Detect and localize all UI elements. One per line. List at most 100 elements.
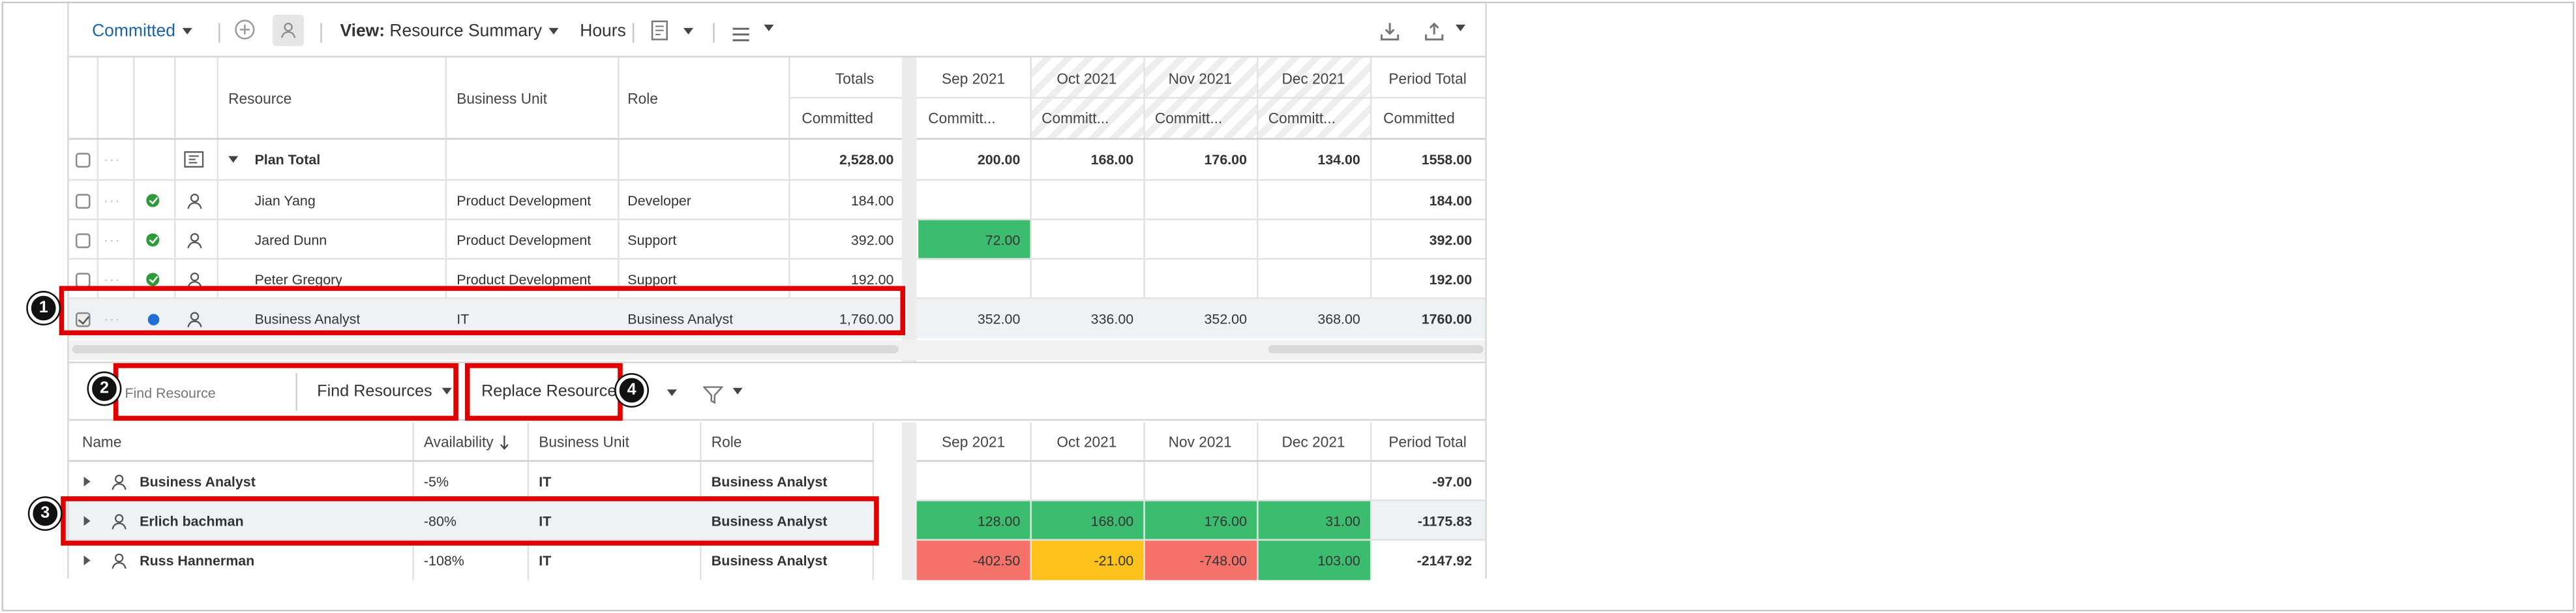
column-header-business-unit[interactable]: Business Unit xyxy=(457,57,547,140)
role: Business Analyst xyxy=(711,552,828,569)
toolbar-divider xyxy=(320,23,322,43)
resource-search-grid-months: Sep 2021 Oct 2021 Nov 2021 Dec 2021 Peri… xyxy=(916,422,1486,580)
period-total-value: 192.00 xyxy=(1429,271,1473,288)
person-icon xyxy=(186,220,204,260)
filter-icon[interactable] xyxy=(702,383,743,412)
total-value: 184.00 xyxy=(850,192,894,209)
month-value: 168.00 xyxy=(1090,151,1134,168)
row-checkbox[interactable] xyxy=(75,232,91,248)
month-value-red: -748.00 xyxy=(1145,541,1257,580)
availability-header-label: Availability xyxy=(423,434,494,451)
person-icon xyxy=(186,181,204,220)
expand-icon[interactable] xyxy=(83,555,91,565)
business-unit: IT xyxy=(539,552,552,569)
month-header[interactable]: Nov 2021 xyxy=(1143,423,1257,462)
pane-splitter[interactable] xyxy=(901,422,917,580)
expand-icon[interactable] xyxy=(83,476,91,486)
period-total-value: -97.00 xyxy=(1432,473,1473,490)
view-selector[interactable]: View: Resource Summary xyxy=(340,21,559,42)
column-header-role[interactable]: Role xyxy=(711,423,742,462)
month-header[interactable]: Sep 2021 xyxy=(917,423,1030,462)
month-header[interactable]: Sep 2021 xyxy=(917,61,1030,97)
view-value: Resource Summary xyxy=(389,21,543,42)
availability: -108% xyxy=(423,552,464,569)
row-menu-icon[interactable]: ··· xyxy=(104,220,121,260)
chevron-down-icon[interactable] xyxy=(666,389,677,396)
committed-label: Committed xyxy=(92,21,175,42)
plan-grid-months: Sep 2021 Oct 2021 Nov 2021 Dec 2021 Peri… xyxy=(916,57,1486,339)
availability: -5% xyxy=(423,473,449,490)
resource-row[interactable]: ··· Jian Yang Product Development Develo… xyxy=(69,181,907,220)
month-value: 176.00 xyxy=(1204,151,1247,168)
business-unit: IT xyxy=(539,473,552,490)
month-value-green[interactable]: 72.00 xyxy=(918,220,1030,260)
month-header[interactable]: Dec 2021 xyxy=(1257,61,1370,97)
resource-result-row[interactable]: Business Analyst -5% IT Business Analyst xyxy=(69,462,874,501)
toolbar: Committed View: Resource Summary Hours xyxy=(68,3,1486,58)
column-header-totals[interactable]: Totals xyxy=(788,61,906,97)
committed-dropdown[interactable]: Committed xyxy=(92,22,192,41)
month-header[interactable]: Nov 2021 xyxy=(1143,61,1257,97)
month-value[interactable]: 368.00 xyxy=(1257,299,1370,338)
row-checkbox[interactable] xyxy=(75,272,91,287)
chevron-down-icon xyxy=(732,387,743,395)
business-unit: Product Development xyxy=(457,232,592,248)
chevron-down-icon xyxy=(683,27,694,35)
annotation-badge-4: 4 xyxy=(616,374,648,406)
resource-name: Russ Hannerman xyxy=(140,552,255,569)
list-menu-icon[interactable] xyxy=(731,22,774,51)
row-checkbox[interactable] xyxy=(75,152,91,167)
collapse-icon[interactable] xyxy=(228,156,239,163)
month-value[interactable]: 352.00 xyxy=(917,299,1030,338)
column-header-resource[interactable]: Resource xyxy=(228,57,292,140)
resource-row[interactable]: ··· Jared Dunn Product Development Suppo… xyxy=(69,220,907,260)
notes-menu[interactable] xyxy=(651,20,694,49)
resource-result-row[interactable]: Russ Hannerman -108% IT Business Analyst xyxy=(69,541,874,580)
period-total-header[interactable]: Period Total xyxy=(1370,423,1485,462)
resource-name: Jian Yang xyxy=(254,192,316,209)
month-value[interactable] xyxy=(917,181,1030,220)
column-header-name[interactable]: Name xyxy=(82,423,121,462)
hours-toggle[interactable]: Hours xyxy=(580,22,626,41)
column-header-role[interactable]: Role xyxy=(627,57,658,140)
person-icon xyxy=(110,541,128,580)
period-total-value: -1175.83 xyxy=(1371,501,1486,541)
status-check-icon xyxy=(146,273,160,286)
month-value-yellow: -21.00 xyxy=(1031,541,1144,580)
plan-total-row[interactable]: ··· Plan Total 2,528.00 xyxy=(69,140,907,179)
column-header-availability[interactable]: Availability xyxy=(424,423,510,462)
download-icon[interactable] xyxy=(1380,20,1400,49)
horizontal-scrollbar[interactable] xyxy=(72,345,899,353)
month-value[interactable]: 352.00 xyxy=(1143,299,1257,338)
month-subheader: Committ... xyxy=(1154,110,1223,127)
month-value-green: 31.00 xyxy=(1258,501,1370,541)
role: Support xyxy=(627,232,677,248)
annotation-badge-1: 1 xyxy=(27,292,59,324)
column-header-business-unit[interactable]: Business Unit xyxy=(539,423,629,462)
annotation-badge-3: 3 xyxy=(29,498,61,530)
period-total-header[interactable]: Period Total xyxy=(1370,61,1485,97)
group-icon xyxy=(184,140,204,179)
row-menu-icon[interactable]: ··· xyxy=(104,140,121,179)
chevron-down-icon xyxy=(182,28,192,35)
annotation-highlight-3 xyxy=(61,496,879,546)
toolbar-divider xyxy=(632,23,635,43)
total-value: 392.00 xyxy=(850,232,894,248)
add-circle-icon[interactable] xyxy=(233,18,256,50)
row-menu-icon[interactable]: ··· xyxy=(104,181,121,220)
chevron-down-icon xyxy=(548,28,559,35)
month-value-green: 103.00 xyxy=(1258,541,1370,580)
column-subheader-committed: Committed xyxy=(801,110,873,127)
upload-icon[interactable] xyxy=(1424,20,1466,49)
annotation-highlight-1 xyxy=(59,286,906,336)
row-checkbox[interactable] xyxy=(75,193,91,208)
month-header[interactable]: Dec 2021 xyxy=(1257,423,1370,462)
month-value[interactable]: 336.00 xyxy=(1030,299,1143,338)
month-header[interactable]: Oct 2021 xyxy=(1030,423,1143,462)
resource-icon-button[interactable] xyxy=(273,14,305,46)
horizontal-scrollbar[interactable] xyxy=(1268,345,1484,353)
view-prefix: View: xyxy=(340,21,385,42)
plan-total-label: Plan Total xyxy=(254,151,321,168)
month-header[interactable]: Oct 2021 xyxy=(1030,61,1143,97)
period-total-value: 392.00 xyxy=(1429,232,1473,248)
